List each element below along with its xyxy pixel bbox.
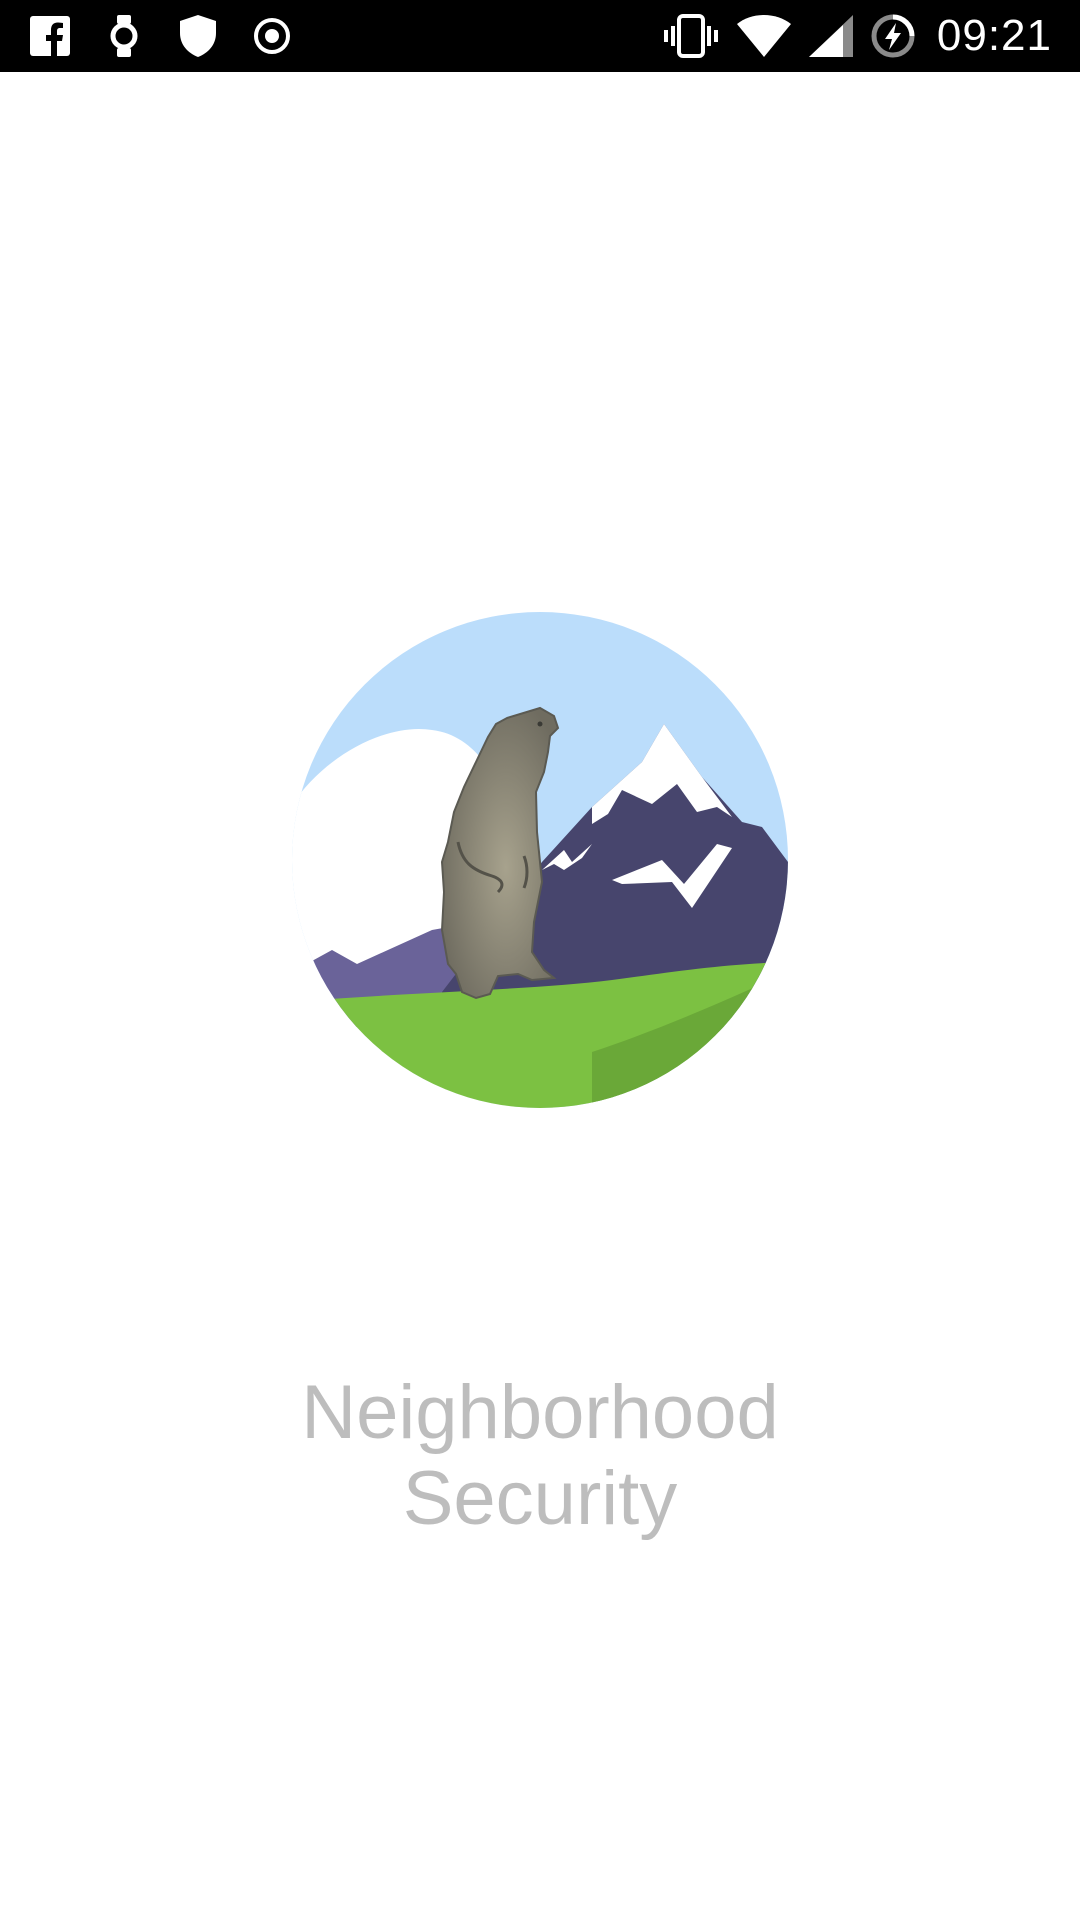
status-right-icons: 09:21 [663,0,1052,72]
marmot-mountain-logo [292,612,788,1108]
vibrate-icon [663,14,719,58]
facebook-icon [28,14,72,58]
app-title-line-1: Neighborhood [301,1370,779,1455]
cell-signal-icon [808,14,853,58]
app-title-line-2: Security [402,1456,678,1541]
wifi-icon [736,14,791,58]
shield-icon [176,14,220,58]
smartwatch-icon [102,14,146,58]
status-bar: 09:21 [0,0,1080,72]
status-left-icons [28,0,294,72]
app-title: Neighborhood Security [0,1370,1080,1542]
status-clock: 09:21 [936,11,1052,60]
splash-screen: 09:21 Neighborhood Security [0,0,1080,1920]
battery-charging-icon [871,14,915,58]
radio-target-icon [250,14,294,58]
